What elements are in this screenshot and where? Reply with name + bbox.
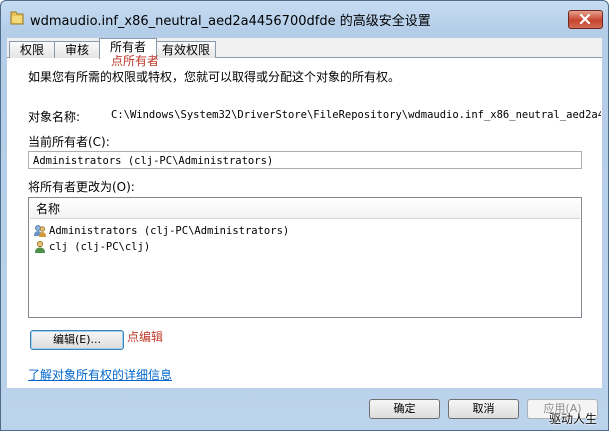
owner-intro-text: 如果您有所需的权限或特权，您就可以取得或分配这个对象的所有权。: [28, 70, 401, 84]
close-button[interactable]: [568, 10, 603, 29]
owner-candidate-list[interactable]: 名称 Administrators (clj-PC\Administrators…: [28, 197, 582, 318]
user-icon: [35, 240, 45, 253]
owner-panel: 点所有者 如果您有所需的权限或特权，您就可以取得或分配这个对象的所有权。 对象名…: [7, 54, 602, 388]
change-owner-label: 将所有者更改为(O):: [28, 180, 135, 194]
current-owner-field[interactable]: Administrators (clj-PC\Administrators): [28, 151, 582, 169]
owner-tab-annotation: 点所有者: [111, 54, 160, 68]
cancel-button[interactable]: 取消: [448, 399, 519, 419]
list-item[interactable]: Administrators (clj-PC\Administrators): [33, 223, 289, 239]
object-name-label: 对象名称:: [28, 110, 81, 124]
tab-effective-permissions[interactable]: 有效权限: [156, 41, 216, 58]
close-icon: [579, 14, 591, 24]
object-name-value: C:\Windows\System32\DriverStore\FileRepo…: [111, 109, 601, 121]
watermark-text: 驱动人生: [549, 412, 598, 426]
owner-name: Administrators (clj-PC\Administrators): [49, 225, 290, 237]
owner-name: clj (clj-PC\clj): [49, 241, 151, 253]
edit-button[interactable]: 编辑(E)...: [30, 330, 124, 350]
ok-button[interactable]: 确定: [369, 399, 440, 419]
window-title: wdmaudio.inf_x86_neutral_aed2a4456700dfd…: [30, 14, 431, 29]
tab-permissions[interactable]: 权限: [9, 41, 55, 58]
dialog-client-area: 权限 审核 所有者 有效权限 点所有者 如果您有所需的权限或特权，您就可以取得或…: [7, 38, 602, 388]
learn-ownership-link[interactable]: 了解对象所有权的详细信息: [28, 366, 172, 383]
group-icon: [34, 225, 46, 237]
tab-auditing[interactable]: 审核: [54, 41, 100, 58]
tab-strip: 权限 审核 所有者 有效权限: [7, 38, 602, 59]
folder-icon: [10, 11, 24, 25]
current-owner-label: 当前所有者(C):: [28, 135, 110, 149]
dialog-window: wdmaudio.inf_x86_neutral_aed2a4456700dfd…: [0, 0, 609, 431]
list-item[interactable]: clj (clj-PC\clj): [33, 239, 150, 255]
list-column-header-name[interactable]: 名称: [30, 199, 580, 219]
edit-annotation: 点编辑: [127, 330, 164, 344]
title-bar[interactable]: wdmaudio.inf_x86_neutral_aed2a4456700dfd…: [1, 1, 608, 35]
